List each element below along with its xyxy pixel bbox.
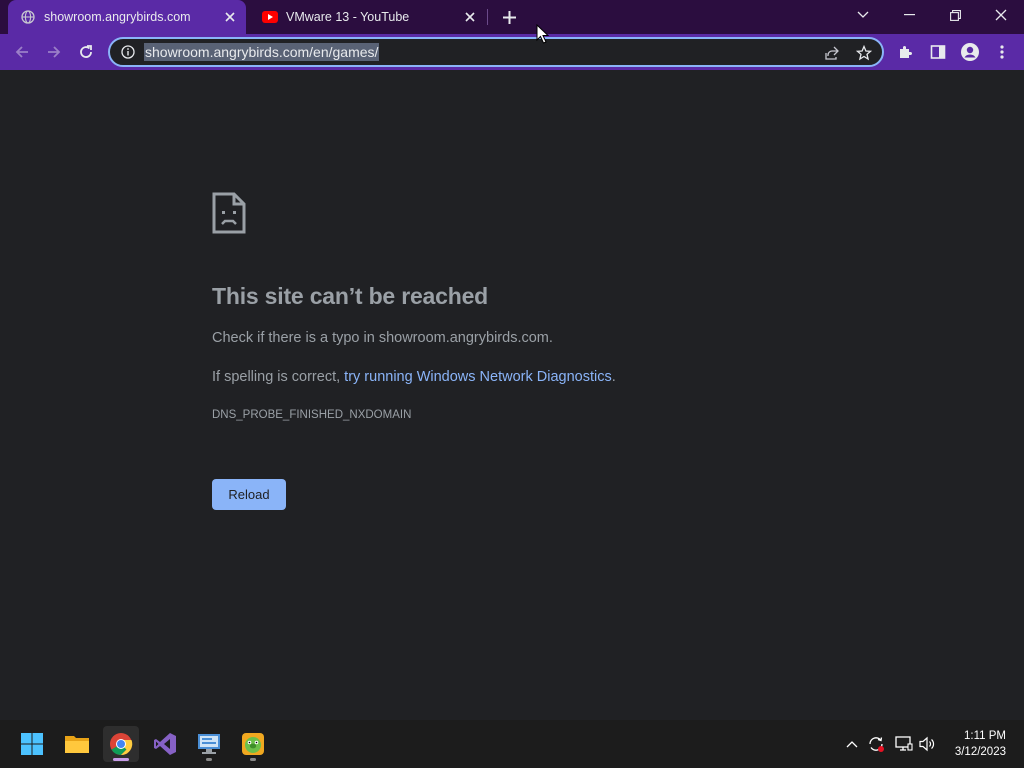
mouse-cursor-icon — [536, 24, 550, 44]
extensions-button[interactable] — [892, 38, 920, 66]
clock-date: 3/12/2023 — [954, 746, 1006, 758]
chrome-icon — [110, 733, 133, 756]
minimize-button[interactable] — [886, 0, 932, 30]
info-icon[interactable] — [120, 44, 136, 60]
angry-birds-icon — [242, 733, 264, 755]
remote-desktop-icon — [198, 734, 220, 754]
close-tab-icon[interactable] — [462, 9, 478, 25]
plus-icon — [502, 10, 516, 24]
error-title: This site can’t be reached — [212, 283, 489, 309]
network-icon[interactable] — [894, 734, 914, 754]
star-icon[interactable] — [854, 43, 874, 63]
error-code: DNS_PROBE_FINISHED_NXDOMAIN — [212, 409, 412, 421]
tab-search-icon — [857, 11, 869, 18]
side-panel-icon — [930, 45, 946, 59]
diagnostics-suffix: . — [611, 369, 616, 385]
active-indicator — [113, 758, 129, 761]
chrome-button[interactable] — [103, 726, 139, 762]
profile-button[interactable] — [956, 38, 984, 66]
remote-desktop-button[interactable] — [191, 726, 227, 762]
close-icon — [995, 9, 1007, 21]
running-indicator — [250, 758, 256, 761]
network-diagnostics-link[interactable]: try running Windows Network Diagnostics — [344, 369, 612, 385]
diagnostics-prefix: If spelling is correct, — [212, 369, 345, 385]
chevron-up-icon[interactable] — [842, 734, 862, 754]
kebab-menu-icon — [1000, 45, 1004, 59]
profile-icon — [961, 43, 979, 61]
tab-strip: showroom.angrybirds.com VMware 13 - YouT… — [0, 0, 1024, 34]
back-button[interactable] — [8, 38, 36, 66]
globe-icon — [20, 9, 36, 25]
visual-studio-button[interactable] — [147, 726, 183, 762]
clock-time: 1:11 PM — [964, 730, 1006, 742]
volume-icon[interactable] — [918, 734, 938, 754]
taskbar: 1:11 PM 3/12/2023 — [0, 720, 1024, 768]
sad-document-icon — [212, 192, 246, 234]
new-tab-button[interactable] — [498, 6, 520, 28]
running-indicator — [206, 758, 212, 761]
reload-button[interactable]: Reload — [212, 479, 286, 510]
address-bar[interactable]: showroom.angrybirds.com/en/games/ — [108, 37, 884, 67]
youtube-icon — [262, 9, 278, 25]
start-button[interactable] — [14, 726, 50, 762]
tab-separator — [487, 9, 488, 25]
forward-button[interactable] — [40, 38, 68, 66]
tab-search-button[interactable] — [840, 0, 886, 30]
visual-studio-icon — [154, 733, 176, 755]
reload-icon — [80, 45, 92, 58]
angry-birds-button[interactable] — [235, 726, 271, 762]
tab-showroom[interactable]: showroom.angrybirds.com — [8, 0, 246, 34]
error-diagnostics-hint: If spelling is correct, try running Wind… — [212, 369, 616, 385]
menu-button[interactable] — [988, 38, 1016, 66]
close-window-button[interactable] — [978, 0, 1024, 30]
close-tab-icon[interactable] — [222, 9, 238, 25]
restore-button[interactable] — [932, 0, 978, 30]
back-arrow-icon — [15, 46, 28, 58]
tab-title: showroom.angrybirds.com — [44, 10, 191, 24]
minimize-icon — [903, 14, 915, 16]
url-text[interactable]: showroom.angrybirds.com/en/games/ — [144, 43, 380, 61]
tab-youtube[interactable]: VMware 13 - YouTube — [250, 0, 486, 34]
forward-arrow-icon — [48, 46, 61, 58]
reload-page-button[interactable] — [72, 38, 100, 66]
side-panel-button[interactable] — [924, 38, 952, 66]
browser-toolbar: showroom.angrybirds.com/en/games/ — [0, 34, 1024, 70]
tab-title: VMware 13 - YouTube — [286, 10, 410, 24]
puzzle-icon — [900, 45, 913, 58]
file-explorer-button[interactable] — [59, 726, 95, 762]
restore-icon — [949, 9, 961, 21]
file-explorer-icon — [65, 736, 89, 753]
error-typo-hint: Check if there is a typo in showroom.ang… — [212, 330, 553, 346]
start-icon — [21, 733, 43, 755]
error-page: This site can’t be reached Check if ther… — [0, 70, 1024, 720]
system-clock[interactable]: 1:11 PM 3/12/2023 — [955, 728, 1006, 760]
sync-icon[interactable] — [866, 734, 886, 754]
share-icon[interactable] — [822, 43, 842, 63]
